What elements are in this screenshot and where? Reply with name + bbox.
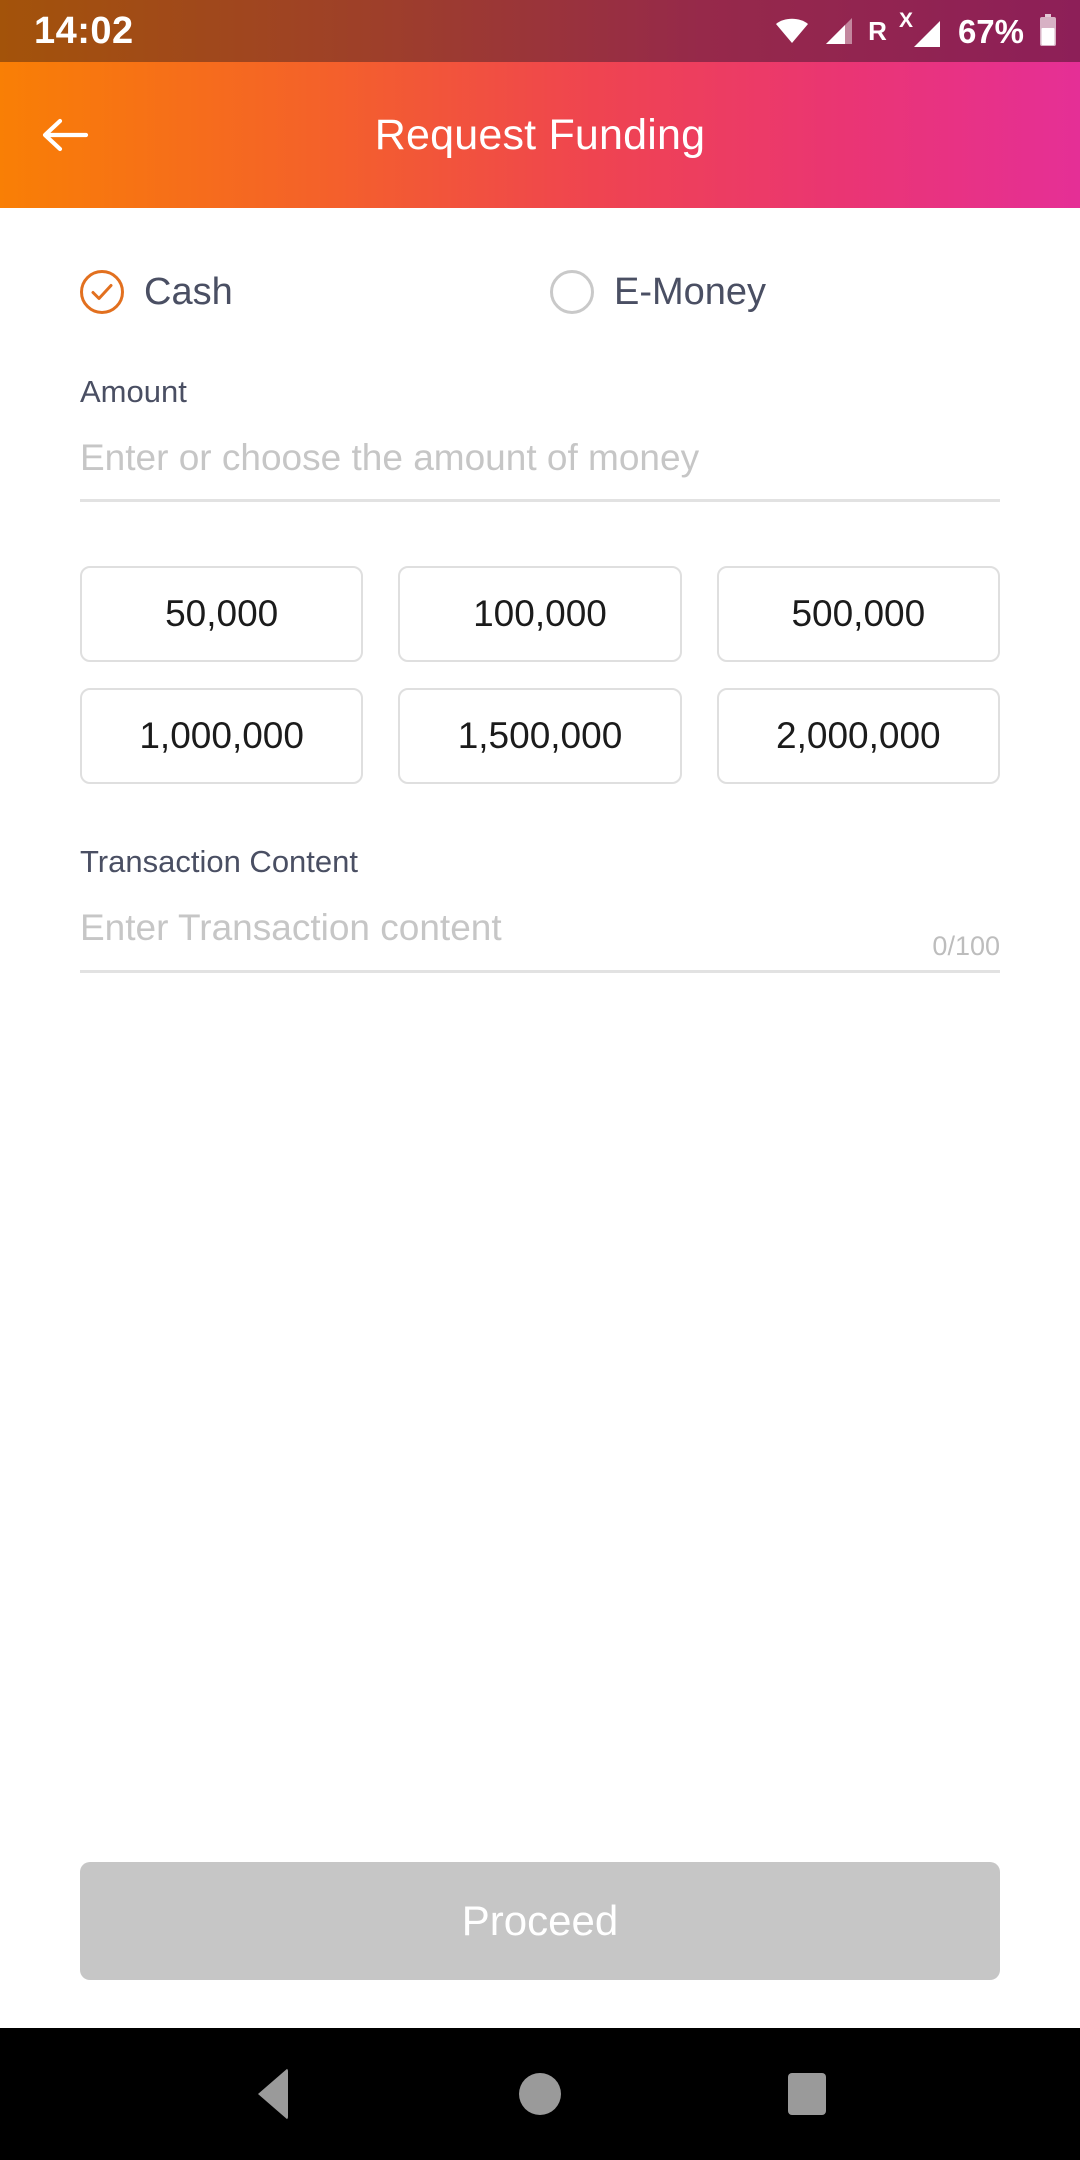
amount-input-placeholder: Enter or choose the amount of money (80, 437, 700, 478)
radio-checked-icon (80, 270, 124, 314)
transaction-content-input[interactable]: Enter Transaction content 0/100 (80, 905, 1000, 973)
form-content: Cash E-Money Amount Enter or choose the … (0, 208, 1080, 1862)
amount-preset-chip[interactable]: 50,000 (80, 566, 364, 663)
character-counter: 0/100 (932, 930, 1000, 961)
amount-preset-chip[interactable]: 100,000 (398, 566, 682, 663)
app-screen: 14:02 R X 67% Request Funding Cash E-Mon… (0, 0, 1080, 2160)
radio-unchecked-icon (550, 270, 594, 314)
transaction-content-block: Transaction Content Enter Transaction co… (80, 844, 1000, 973)
nav-home-button[interactable] (485, 2028, 595, 2160)
battery-icon (1038, 14, 1058, 48)
amount-preset-chip[interactable]: 1,500,000 (398, 688, 682, 785)
nav-recents-square-icon (787, 2073, 826, 2115)
transaction-content-label: Transaction Content (80, 844, 359, 880)
page-title: Request Funding (374, 110, 706, 159)
amount-preset-grid: 50,000 100,000 500,000 1,000,000 1,500,0… (80, 566, 1000, 785)
nav-home-circle-icon (518, 2073, 561, 2115)
battery-percent-label: 67% (957, 12, 1024, 50)
arrow-left-icon (36, 106, 94, 164)
back-button[interactable] (0, 62, 130, 208)
radio-label-emoney: E-Money (614, 271, 767, 313)
signal-icon (824, 16, 854, 46)
transaction-content-placeholder: Enter Transaction content (80, 907, 502, 949)
nav-recents-button[interactable] (752, 2028, 862, 2160)
radio-option-emoney[interactable]: E-Money (550, 270, 766, 314)
roaming-icon: R (868, 16, 887, 46)
amount-preset-chip[interactable]: 2,000,000 (716, 688, 1000, 785)
wifi-icon (774, 16, 810, 46)
status-bar: 14:02 R X 67% (0, 0, 1080, 62)
sim-x-label: X (898, 9, 913, 32)
nav-back-triangle-icon (258, 2068, 289, 2120)
app-bar: Request Funding (0, 62, 1080, 208)
android-navigation-bar (0, 2028, 1080, 2160)
footer-actions: Proceed (0, 1862, 1080, 2028)
amount-preset-chip[interactable]: 1,000,000 (80, 688, 364, 785)
nav-back-button[interactable] (218, 2028, 328, 2160)
proceed-button[interactable]: Proceed (80, 1862, 1000, 1980)
payment-method-group: Cash E-Money (80, 208, 1000, 314)
amount-input[interactable]: Enter or choose the amount of money (80, 435, 1000, 503)
radio-option-cash[interactable]: Cash (80, 270, 550, 314)
amount-preset-chip[interactable]: 500,000 (716, 566, 1000, 663)
status-indicators: R X 67% (774, 9, 1058, 50)
sim-x-signal-icon: X (898, 9, 942, 49)
radio-label-cash: Cash (144, 271, 233, 313)
status-clock: 14:02 (34, 10, 134, 52)
amount-label: Amount (80, 374, 187, 409)
